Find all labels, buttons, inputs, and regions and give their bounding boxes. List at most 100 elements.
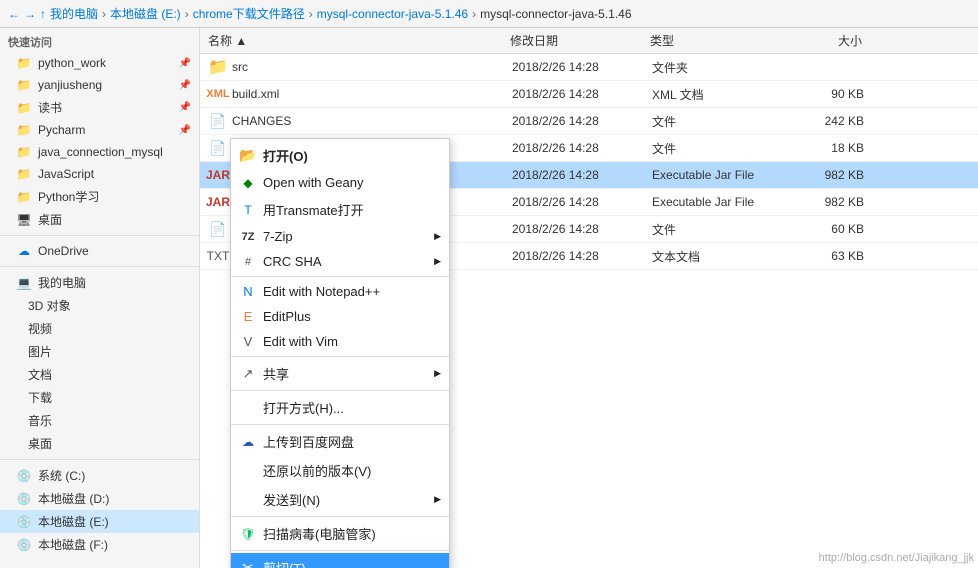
folder-icon: 📁: [16, 55, 32, 71]
file-size: 90 KB: [792, 87, 872, 101]
breadcrumb-part1[interactable]: 我的电脑: [50, 5, 98, 22]
sidebar-label: 桌面: [28, 435, 52, 452]
file-date: 2018/2/26 14:28: [512, 87, 652, 101]
file-list-header: 名称 ▲ 修改日期 类型 大小: [200, 28, 978, 54]
sidebar: 快速访问 📁 python_work 📌 📁 yanjiusheng 📌 📁 读…: [0, 28, 200, 568]
breadcrumb-part2[interactable]: 本地磁盘 (E:): [110, 5, 181, 22]
sidebar-item-video[interactable]: 视频: [0, 317, 199, 340]
crc-icon: #: [239, 253, 257, 271]
folder-icon: 📁: [16, 144, 32, 160]
ctx-sendto[interactable]: 发送到(N): [231, 485, 449, 514]
file-date: 2018/2/26 14:28: [512, 249, 652, 263]
breadcrumb-part3[interactable]: chrome下载文件路径: [193, 5, 305, 22]
baidu-icon: ☁: [239, 433, 257, 451]
col-size[interactable]: 大小: [790, 32, 870, 49]
divider3: [0, 459, 199, 460]
sidebar-label: 我的电脑: [38, 274, 86, 291]
sidebar-item-javascript[interactable]: 📁 JavaScript: [0, 163, 199, 185]
notepad-icon: N: [239, 283, 257, 301]
file-date: 2018/2/26 14:28: [512, 60, 652, 74]
scan-icon: 🛡: [239, 525, 257, 543]
ctx-divider1: [231, 276, 449, 277]
file-type: 文件夹: [652, 59, 792, 76]
nav-up-icon[interactable]: ↑: [40, 7, 46, 21]
file-icon: 📄: [208, 219, 228, 239]
ctx-divider3: [231, 390, 449, 391]
ctx-open-geany[interactable]: ◆ Open with Geany: [231, 170, 449, 195]
ctx-share[interactable]: ↗ 共享: [231, 359, 449, 388]
sidebar-item-python-study[interactable]: 📁 Python学习: [0, 185, 199, 208]
col-date[interactable]: 修改日期: [510, 32, 650, 49]
breadcrumb-part4[interactable]: mysql-connector-java-5.1.46: [317, 7, 468, 21]
file-row-src[interactable]: 📁 src 2018/2/26 14:28 文件夹: [200, 54, 978, 81]
sidebar-label: 系统 (C:): [38, 467, 85, 484]
drive-icon: 💿: [16, 491, 32, 507]
onedrive-icon: ☁: [16, 243, 32, 259]
ctx-scan[interactable]: 🛡 扫描病毒(电脑管家): [231, 519, 449, 548]
folder-icon: 📁: [16, 122, 32, 138]
ctx-transmate[interactable]: T 用Transmate打开: [231, 195, 449, 224]
file-size: 982 KB: [792, 195, 872, 209]
col-name[interactable]: 名称 ▲: [200, 32, 510, 49]
sidebar-item-java[interactable]: 📁 java_connection_mysql: [0, 141, 199, 163]
sidebar-item-desktop2[interactable]: 桌面: [0, 432, 199, 455]
file-type: 文本文档: [652, 248, 792, 265]
ctx-crc[interactable]: # CRC SHA: [231, 249, 449, 274]
sidebar-label: 文档: [28, 366, 52, 383]
sidebar-label: 本地磁盘 (D:): [38, 490, 109, 507]
sidebar-item-pictures[interactable]: 图片: [0, 340, 199, 363]
sidebar-label: 图片: [28, 343, 52, 360]
sidebar-label: 本地磁盘 (E:): [38, 513, 109, 530]
sidebar-label: OneDrive: [38, 244, 89, 258]
ctx-baidu[interactable]: ☁ 上传到百度网盘: [231, 427, 449, 456]
sidebar-label: Pycharm: [38, 123, 85, 137]
ctx-vim[interactable]: V Edit with Vim: [231, 329, 449, 354]
file-row-buildxml[interactable]: XML build.xml 2018/2/26 14:28 XML 文档 90 …: [200, 81, 978, 108]
col-type[interactable]: 类型: [650, 32, 790, 49]
ctx-editplus[interactable]: E EditPlus: [231, 304, 449, 329]
sidebar-item-desktop[interactable]: 🖥 桌面: [0, 208, 199, 231]
watermark: http://blog.csdn.net/Jiajikang_jjk: [819, 552, 974, 564]
sidebar-item-pycharm[interactable]: 📁 Pycharm 📌: [0, 119, 199, 141]
ctx-open[interactable]: 📂 打开(O): [231, 141, 449, 170]
sidebar-item-dushu[interactable]: 📁 读书 📌: [0, 96, 199, 119]
ctx-notepad[interactable]: N Edit with Notepad++: [231, 279, 449, 304]
file-date: 2018/2/26 14:28: [512, 114, 652, 128]
desktop-icon: 🖥: [16, 212, 32, 228]
computer-icon: 💻: [16, 275, 32, 291]
sidebar-item-docs[interactable]: 文档: [0, 363, 199, 386]
nav-back-icon[interactable]: ←: [8, 7, 20, 21]
sidebar-item-drive-d[interactable]: 💿 本地磁盘 (D:): [0, 487, 199, 510]
sidebar-item-onedrive[interactable]: ☁ OneDrive: [0, 240, 199, 262]
file-row-changes[interactable]: 📄 CHANGES 2018/2/26 14:28 文件 242 KB: [200, 108, 978, 135]
sidebar-item-yanjiusheng[interactable]: 📁 yanjiusheng 📌: [0, 74, 199, 96]
ctx-restore[interactable]: 还原以前的版本(V): [231, 456, 449, 485]
folder-icon: 📁: [16, 100, 32, 116]
txt-icon: TXT: [208, 246, 228, 266]
file-date: 2018/2/26 14:28: [512, 168, 652, 182]
ctx-7zip[interactable]: 7Z 7-Zip: [231, 224, 449, 249]
restore-icon: [239, 462, 257, 480]
sidebar-item-mypc[interactable]: 💻 我的电脑: [0, 271, 199, 294]
sidebar-label: Python学习: [38, 188, 99, 205]
file-icon: 📄: [208, 138, 228, 158]
sidebar-item-drive-e[interactable]: 💿 本地磁盘 (E:): [0, 510, 199, 533]
file-name: CHANGES: [232, 114, 512, 128]
sidebar-item-music[interactable]: 音乐: [0, 409, 199, 432]
sidebar-label: JavaScript: [38, 167, 94, 181]
sidebar-item-drive-c[interactable]: 💿 系统 (C:): [0, 464, 199, 487]
folder-icon: 📁: [16, 189, 32, 205]
jar-icon: JAR: [208, 165, 228, 185]
sidebar-label: 本地磁盘 (F:): [38, 536, 108, 553]
sidebar-item-downloads[interactable]: 下载: [0, 386, 199, 409]
sidebar-item-python-work[interactable]: 📁 python_work 📌: [0, 52, 199, 74]
file-area: 名称 ▲ 修改日期 类型 大小 📁 src 2018/2/26 14:28 文件…: [200, 28, 978, 568]
sidebar-item-drive-f[interactable]: 💿 本地磁盘 (F:): [0, 533, 199, 556]
ctx-cut[interactable]: ✂ 剪切(T): [231, 553, 449, 568]
file-date: 2018/2/26 14:28: [512, 222, 652, 236]
openwith-icon: [239, 399, 257, 417]
file-type: 文件: [652, 113, 792, 130]
nav-forward-icon[interactable]: →: [24, 7, 36, 21]
ctx-openwith[interactable]: 打开方式(H)...: [231, 393, 449, 422]
sidebar-item-3d[interactable]: 3D 对象: [0, 294, 199, 317]
